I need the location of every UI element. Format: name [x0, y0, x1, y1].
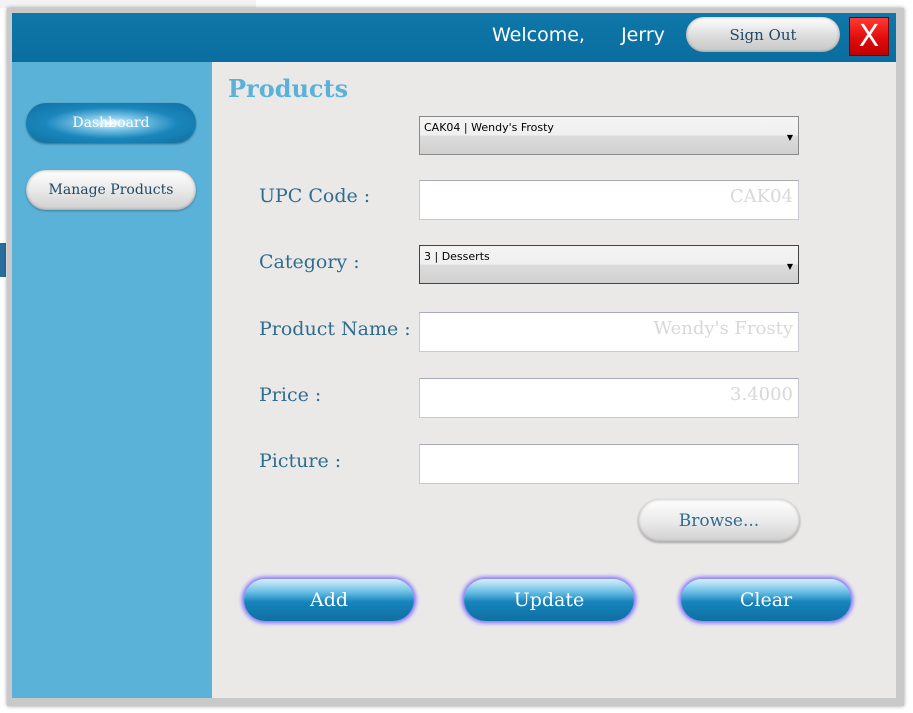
sidebar-item-manage-products[interactable]: Manage Products: [26, 170, 196, 210]
background-tab-marker: [0, 243, 6, 277]
product-select[interactable]: CAK04 | Wendy's Frosty ▼: [419, 116, 799, 155]
page-title: Products: [228, 74, 349, 103]
category-label: Category :: [259, 251, 360, 273]
browse-button[interactable]: Browse...: [638, 499, 800, 542]
sign-out-button[interactable]: Sign Out: [686, 17, 840, 52]
product-name-value: Wendy's Frosty: [653, 318, 793, 339]
category-select-value: 3 | Desserts: [424, 250, 490, 263]
chevron-down-icon: ▼: [786, 133, 793, 142]
background-editor-strip: [0, 0, 256, 8]
product-name-label: Product Name :: [259, 318, 411, 340]
clear-button[interactable]: Clear: [681, 579, 851, 621]
upc-label: UPC Code :: [259, 185, 371, 207]
picture-label: Picture :: [259, 450, 342, 472]
category-select[interactable]: 3 | Desserts ▼: [419, 245, 799, 284]
picture-field[interactable]: [419, 444, 799, 484]
product-name-field[interactable]: Wendy's Frosty: [419, 312, 799, 352]
close-icon: X: [858, 18, 880, 54]
chevron-down-icon: ▼: [786, 262, 793, 271]
sidebar-item-dashboard[interactable]: Dashboard: [26, 103, 196, 143]
update-button[interactable]: Update: [464, 579, 634, 621]
upc-value: CAK04: [729, 186, 793, 207]
upc-field[interactable]: CAK04: [419, 180, 799, 220]
welcome-message: Welcome, Jerry !: [492, 24, 697, 46]
product-select-value: CAK04 | Wendy's Frosty: [424, 121, 554, 134]
price-field[interactable]: 3.4000: [419, 378, 799, 418]
close-button[interactable]: X: [849, 17, 889, 56]
price-value: 3.4000: [730, 384, 793, 405]
price-label: Price :: [259, 384, 322, 406]
add-button[interactable]: Add: [244, 579, 414, 621]
sidebar: [12, 62, 212, 698]
